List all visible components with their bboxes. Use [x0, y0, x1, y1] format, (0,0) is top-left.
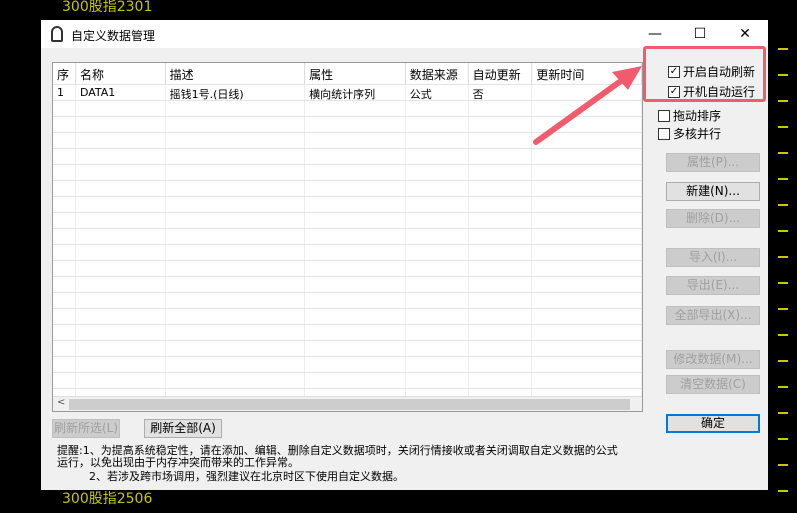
annotation-arrow-icon: [533, 66, 642, 145]
